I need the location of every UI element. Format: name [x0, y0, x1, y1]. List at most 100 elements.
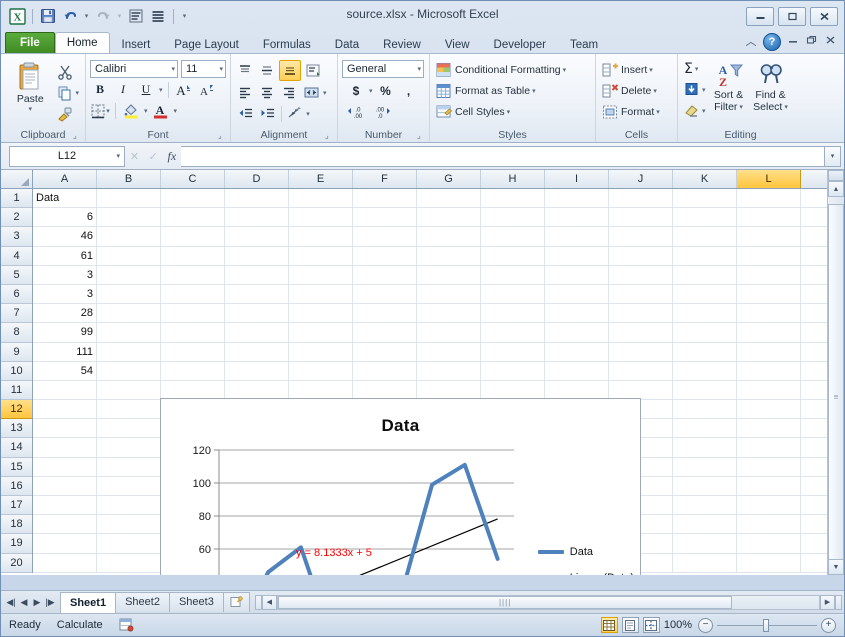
cell-C3[interactable] [161, 227, 225, 245]
cell-L16[interactable] [737, 477, 801, 495]
cell-J5[interactable] [609, 266, 673, 284]
cell-K10[interactable] [673, 362, 737, 380]
cell-B3[interactable] [97, 227, 161, 245]
first-sheet-button[interactable]: ◀| [5, 597, 17, 608]
tab-file[interactable]: File [5, 32, 55, 55]
number-dialog-launcher[interactable]: ⌟ [417, 131, 426, 140]
fill-button[interactable]: ▾ [682, 80, 708, 99]
cell-A7[interactable]: 28 [33, 304, 97, 322]
cell-L19[interactable] [737, 534, 801, 552]
cell-I8[interactable] [545, 323, 609, 341]
cell-L17[interactable] [737, 496, 801, 514]
paste-button[interactable]: Paste ▾ [5, 59, 55, 123]
cell-D10[interactable] [225, 362, 289, 380]
column-header-H[interactable]: H [481, 170, 545, 188]
row-header-14[interactable]: 14 [1, 438, 32, 457]
cell-E9[interactable] [289, 343, 353, 361]
zoom-level[interactable]: 100% [664, 619, 694, 631]
cell-G2[interactable] [417, 208, 481, 226]
cell-F3[interactable] [353, 227, 417, 245]
cell-A4[interactable]: 61 [33, 247, 97, 265]
format-as-table-dropdown-icon[interactable]: ▾ [532, 87, 536, 95]
cell-A16[interactable] [33, 477, 97, 495]
cell-I3[interactable] [545, 227, 609, 245]
name-box[interactable]: L12 ▾ [9, 146, 125, 167]
cell-B2[interactable] [97, 208, 161, 226]
doc-restore-icon[interactable] [805, 35, 819, 49]
zoom-slider-knob[interactable] [763, 619, 769, 632]
column-header-G[interactable]: G [417, 170, 481, 188]
increase-decimal-button[interactable]: .0.00 [347, 103, 367, 122]
row-header-1[interactable]: 1 [1, 189, 32, 208]
cell-B5[interactable] [97, 266, 161, 284]
number-format-dropdown-icon[interactable]: ▾ [414, 65, 421, 73]
fill-color-button[interactable] [121, 101, 141, 120]
row-header-20[interactable]: 20 [1, 554, 32, 573]
cell-L12-selected[interactable] [737, 400, 801, 418]
cell-G1[interactable] [417, 189, 481, 207]
cell-D8[interactable] [225, 323, 289, 341]
cell-B8[interactable] [97, 323, 161, 341]
tab-data[interactable]: Data [323, 34, 371, 55]
cell-C7[interactable] [161, 304, 225, 322]
doc-close-icon[interactable] [824, 35, 838, 49]
record-macro-icon[interactable] [111, 618, 142, 632]
cell-C8[interactable] [161, 323, 225, 341]
column-header-F[interactable]: F [353, 170, 417, 188]
doc-minimize-icon[interactable] [786, 35, 800, 49]
align-left-button[interactable] [235, 83, 255, 102]
cell-A19[interactable] [33, 534, 97, 552]
cell-B19[interactable] [97, 534, 161, 552]
column-header-L[interactable]: L [737, 170, 801, 188]
sheet-tab-sheet2[interactable]: Sheet2 [115, 592, 170, 612]
comma-style-button[interactable]: , [399, 81, 419, 100]
cell-J7[interactable] [609, 304, 673, 322]
cell-F2[interactable] [353, 208, 417, 226]
cell-K11[interactable] [673, 381, 737, 399]
row-header-11[interactable]: 11 [1, 381, 32, 400]
orientation-button[interactable] [303, 61, 323, 80]
delete-cells-button[interactable]: Delete ▾ [600, 81, 673, 100]
cell-C9[interactable] [161, 343, 225, 361]
cell-K18[interactable] [673, 515, 737, 533]
chart-object[interactable]: Data 020406080100120123456789y = 8.1333x… [160, 398, 641, 575]
cell-J10[interactable] [609, 362, 673, 380]
tab-view[interactable]: View [433, 34, 482, 55]
column-header-A[interactable]: A [33, 170, 97, 188]
row-header-2[interactable]: 2 [1, 208, 32, 227]
cell-A18[interactable] [33, 515, 97, 533]
cell-C6[interactable] [161, 285, 225, 303]
cell-F9[interactable] [353, 343, 417, 361]
cell-C10[interactable] [161, 362, 225, 380]
sheet-tab-sheet1[interactable]: Sheet1 [60, 592, 116, 613]
vertical-split-handle[interactable] [828, 170, 844, 181]
column-header-J[interactable]: J [609, 170, 673, 188]
shrink-font-button[interactable]: A [197, 80, 217, 99]
wrap-text-dropdown-icon[interactable]: ▾ [306, 110, 310, 118]
row-header-12[interactable]: 12 [1, 400, 32, 419]
merge-center-dropdown-icon[interactable]: ▾ [323, 89, 327, 97]
cell-F8[interactable] [353, 323, 417, 341]
alignment-dialog-launcher[interactable]: ⌟ [325, 131, 334, 140]
scroll-down-button[interactable]: ▼ [828, 559, 844, 575]
collapse-ribbon-icon[interactable]: ︿ [744, 35, 758, 49]
cell-G5[interactable] [417, 266, 481, 284]
currency-button[interactable]: $ [346, 81, 366, 100]
delete-cells-dropdown-icon[interactable]: ▾ [653, 87, 657, 95]
format-cells-button[interactable]: Format ▾ [600, 102, 673, 121]
merge-center-button[interactable] [301, 83, 321, 102]
bold-button[interactable]: B [90, 80, 110, 99]
sort-filter-button[interactable]: A Z Sort & Filter▾ [708, 59, 750, 120]
cell-D9[interactable] [225, 343, 289, 361]
row-header-8[interactable]: 8 [1, 323, 32, 342]
cell-A10[interactable]: 54 [33, 362, 97, 380]
cell-H8[interactable] [481, 323, 545, 341]
cell-C4[interactable] [161, 247, 225, 265]
cell-L13[interactable] [737, 419, 801, 437]
cell-H3[interactable] [481, 227, 545, 245]
cell-A12[interactable] [33, 400, 97, 418]
find-select-dropdown-icon[interactable]: ▾ [784, 102, 788, 113]
fill-dropdown-icon[interactable]: ▾ [702, 86, 706, 94]
cell-C2[interactable] [161, 208, 225, 226]
borders-button[interactable]: ▾ [90, 101, 110, 120]
